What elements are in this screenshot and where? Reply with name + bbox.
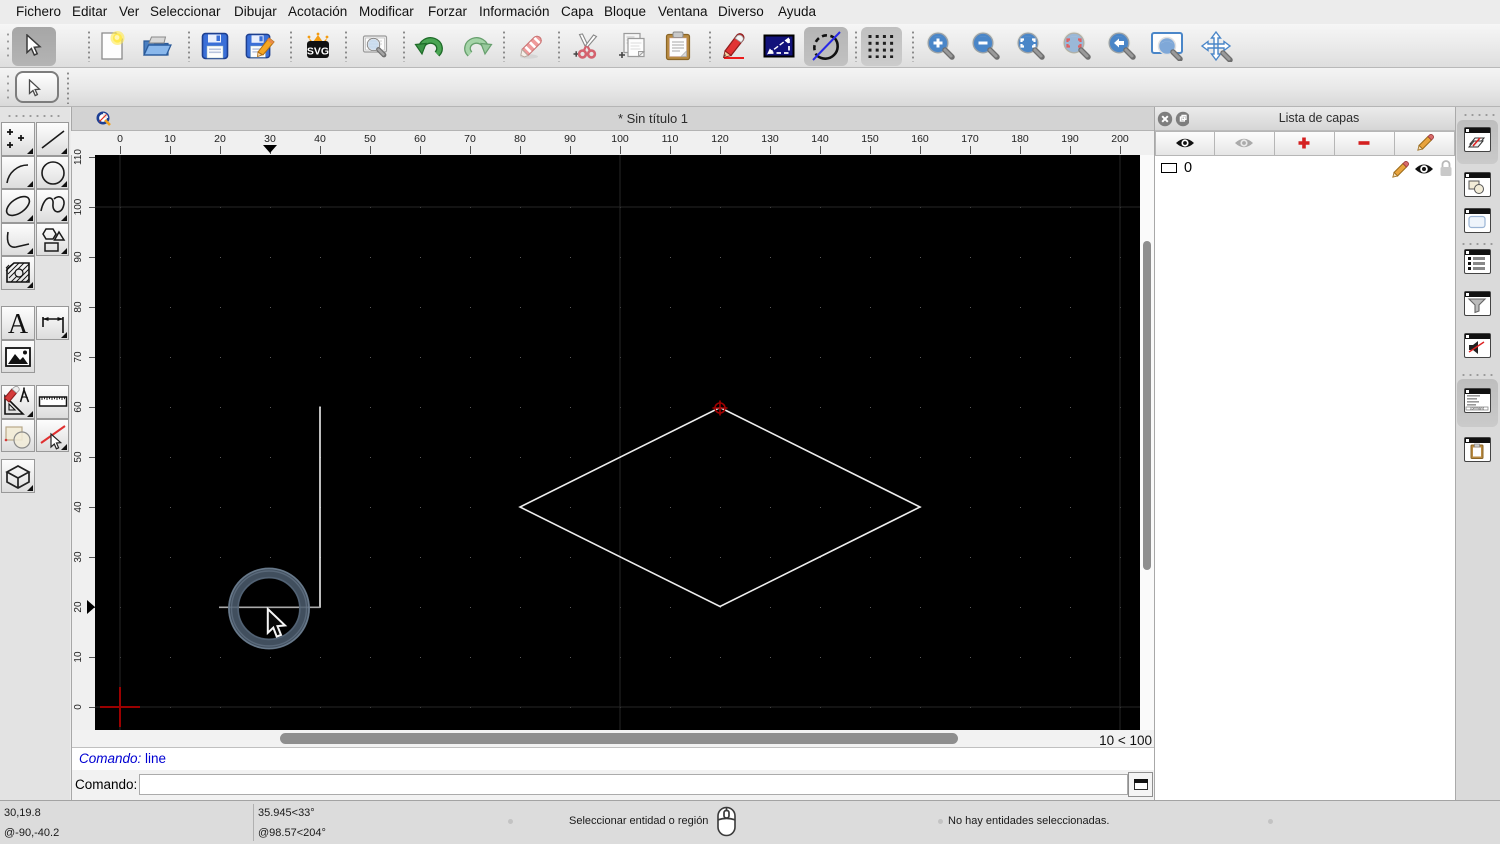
svg-text:A: A [8,309,29,339]
svg-text:command: command [1470,407,1484,411]
svg-text:SVG: SVG [307,45,329,57]
